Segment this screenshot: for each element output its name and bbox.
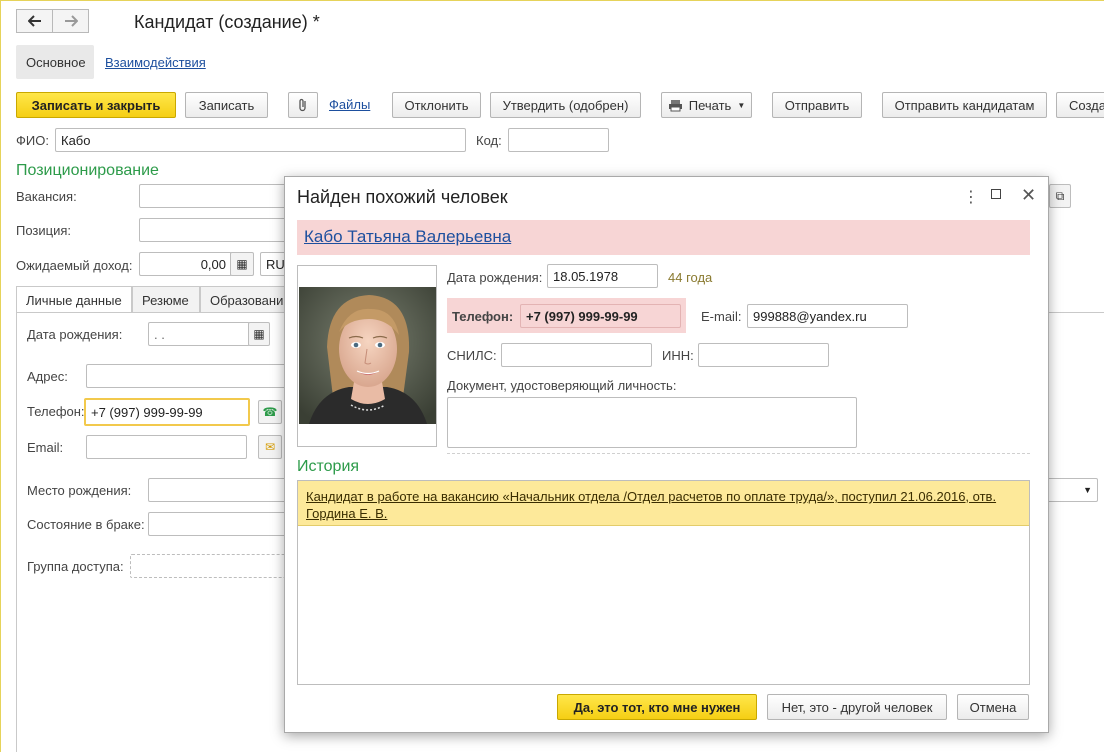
print-label: Печать [688,97,732,113]
back-button[interactable] [16,9,53,33]
subtab-education-label: Образовани [210,292,284,308]
save-close-button[interactable]: Записать и закрыть [16,92,176,118]
window-top-border [0,0,1104,1]
dialog-birth-input[interactable]: 18.05.1978 [547,264,658,288]
subtab-education[interactable]: Образовани [200,286,290,313]
snils-label: СНИЛС: [447,348,497,363]
calculator-icon: ▦ [236,257,248,271]
marital-input[interactable] [148,512,298,536]
dialog-phone-input[interactable]: +7 (997) 999-99-99 [520,304,681,328]
subtab-panel-border [16,312,17,752]
email-label: Email: [27,440,64,455]
send-candidates-button[interactable]: Отправить кандидатам [882,92,1047,118]
window-left-border [0,0,1,752]
tab-main[interactable]: Основное [16,45,94,79]
arrow-right-icon [64,15,78,27]
position-label: Позиция: [16,223,72,238]
document-textarea[interactable] [447,397,857,448]
maximize-icon[interactable] [991,189,1001,199]
similar-person-dialog: Найден похожий человек ⋮ ✕ Кабо Татьяна … [284,176,1049,733]
cancel-button[interactable]: Отмена [957,694,1029,720]
more-menu-icon[interactable]: ⋮ [963,187,979,207]
birthplace-label: Место рождения: [27,483,132,498]
inn-label: ИНН: [662,348,694,363]
reject-button[interactable]: Отклонить [392,92,481,118]
phone-input[interactable]: +7 (997) 999-99-99 [84,398,250,426]
position-input[interactable] [139,218,299,242]
document-label: Документ, удостоверяющий личность: [447,378,677,393]
email-input[interactable] [86,435,247,459]
history-section-title: История [297,458,360,475]
confirm-same-person-button[interactable]: Да, это тот, кто мне нужен [557,694,757,720]
address-input[interactable] [86,364,296,388]
arrow-left-icon [27,15,41,27]
different-person-button[interactable]: Нет, это - другой человек [767,694,947,720]
calculator-button[interactable]: ▦ [230,252,254,276]
person-name-link[interactable]: Кабо Татьяна Валерьевна [304,227,511,247]
paperclip-icon [299,98,306,112]
send-email-button[interactable]: ✉ [258,435,282,459]
dialog-birth-label: Дата рождения: [447,270,543,285]
income-input[interactable]: 0,00 [139,252,232,276]
phone-label: Телефон: [27,404,85,419]
access-label: Группа доступа: [27,559,124,574]
income-label: Ожидаемый доход: [16,258,133,273]
attach-button[interactable] [288,92,318,118]
dialog-divider [447,453,1030,454]
approve-button[interactable]: Утвердить (одобрен) [490,92,641,118]
open-vacancy-button[interactable]: ⧉ [1049,184,1071,208]
open-window-icon: ⧉ [1055,188,1065,203]
dialog-email-label: E-mail: [701,309,742,324]
age-text: 44 года [668,270,713,285]
fio-label: ФИО: [16,133,49,148]
tab-interactions[interactable]: Взаимодействия [95,45,216,79]
marital-label: Состояние в браке: [27,517,145,532]
positioning-section-title: Позиционирование [16,162,159,179]
tab-interactions-label: Взаимодействия [105,54,206,70]
subtab-personal-label: Личные данные [26,292,122,308]
birth-input[interactable]: . . [148,322,250,346]
history-list[interactable]: Кандидат в работе на вакансию «Начальник… [297,480,1030,685]
vacancy-input[interactable] [139,184,299,208]
history-row-text[interactable]: Кандидат в работе на вакансию «Начальник… [306,488,1006,522]
create-button[interactable]: Созда [1056,92,1104,118]
person-photo [299,287,436,424]
address-label: Адрес: [27,369,68,384]
snils-input[interactable] [501,343,652,367]
dialog-title: Найден похожий человек [297,187,508,207]
printer-icon [668,99,682,111]
forward-button[interactable] [52,9,89,33]
subtab-personal[interactable]: Личные данные [16,286,132,313]
subtab-resume[interactable]: Резюме [132,286,200,313]
tab-main-label: Основное [26,54,86,70]
birth-label: Дата рождения: [27,327,123,342]
subtab-resume-label: Резюме [142,292,189,308]
code-label: Код: [476,133,502,148]
fio-input[interactable]: Кабо [55,128,466,152]
envelope-icon: ✉ [264,440,276,454]
print-button[interactable]: Печать ▼ [661,92,752,118]
birthplace-dropdown[interactable]: ▼ [1044,478,1098,502]
access-group-input[interactable] [130,554,298,578]
calendar-icon: ▦ [253,327,265,341]
calendar-button[interactable]: ▦ [248,322,270,346]
history-row[interactable]: Кандидат в работе на вакансию «Начальник… [298,481,1029,526]
dialog-phone-label: Телефон: [452,309,514,324]
code-input[interactable] [508,128,609,152]
vacancy-label: Вакансия: [16,189,77,204]
page-title: Кандидат (создание) * [134,12,320,32]
close-icon[interactable]: ✕ [1021,185,1036,206]
chevron-down-icon: ▼ [737,100,746,110]
inn-input[interactable] [698,343,829,367]
save-button[interactable]: Записать [185,92,268,118]
name-highlight-bar: Кабо Татьяна Валерьевна [297,220,1030,255]
send-button[interactable]: Отправить [772,92,862,118]
call-button[interactable]: ☎ [258,400,282,424]
dialog-email-input[interactable]: 999888@yandex.ru [747,304,908,328]
chevron-down-icon: ▼ [1083,485,1092,495]
files-link[interactable]: Файлы [329,97,370,112]
phone-icon: ☎ [262,405,278,419]
birthplace-input[interactable] [148,478,298,502]
photo-frame [297,265,437,447]
